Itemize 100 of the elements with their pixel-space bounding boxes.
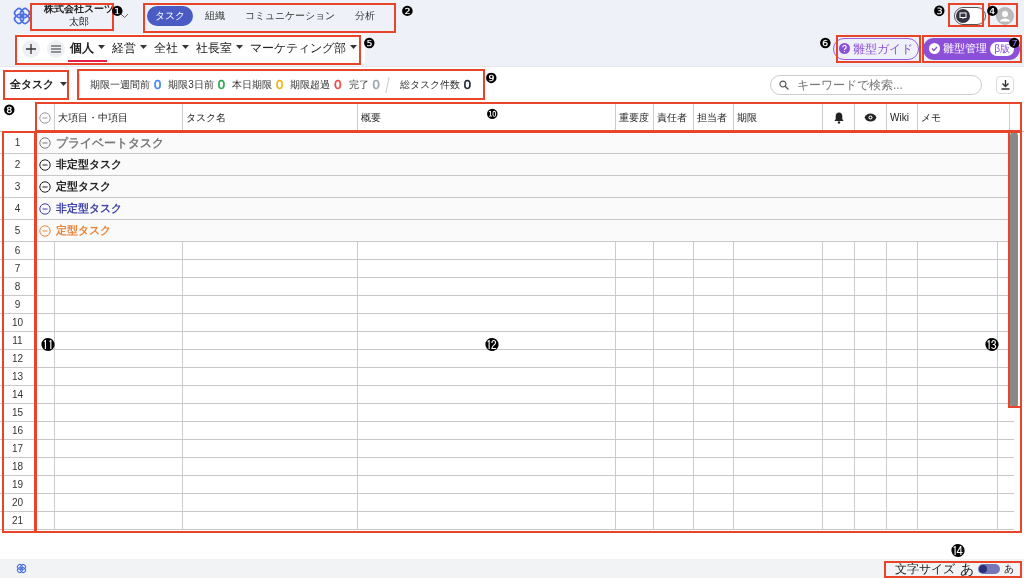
counter-label: 完了 [348,78,369,92]
column-header: メモ [921,111,941,125]
category-tab[interactable]: 社長室 [194,35,245,62]
avatar-icon[interactable] [996,6,1014,25]
menu-button[interactable] [47,39,65,58]
user-name: 太郎 [69,15,89,28]
row-number: 3 [13,180,22,194]
callout-number: ❷ [401,4,414,18]
column-header: 概要 [361,111,381,125]
column-header: 担当者 [697,111,727,125]
counter-label: 期限超過 [290,78,331,92]
callout-number: ❾ [485,71,498,85]
caret-icon [182,45,189,50]
filter-dropdown[interactable]: 全タスク [10,76,67,93]
counter-label: 期限3日前 [168,78,214,92]
logo-icon [16,563,27,574]
caret-icon [60,82,67,87]
callout-number: ⓮ [951,544,965,558]
callout-number: ❸ [933,4,946,18]
category-tab[interactable]: 経営 [110,35,149,62]
group-title: 定型タスク [56,179,111,195]
collapse-icon[interactable] [39,180,51,193]
row-number: 11 [11,334,24,348]
row-number: 12 [10,352,25,366]
row-number: 17 [10,442,25,456]
collapse-icon[interactable] [39,202,51,215]
collapse-icon[interactable] [39,158,51,171]
annotation-frame [948,3,984,27]
annotation-frame [3,70,69,100]
bell-icon [833,111,844,124]
category-tab[interactable]: 全社 [152,35,191,62]
column-header: Wiki [890,111,909,125]
row-number: 8 [13,280,22,294]
column-header: 責任者 [657,111,687,125]
counter-label: 本日期限 [232,78,273,92]
callout-number: ❻ [819,36,832,50]
group-title: 非定型タスク [56,201,122,217]
eye-icon [864,113,877,122]
counter-value: 0 [372,75,380,94]
callout-number: ❺ [363,36,376,50]
group-title: 非定型タスク [56,157,122,173]
callout-number: ⓫ [41,338,55,352]
large-size-glyph: あ [960,561,974,576]
row-number: 1 [13,136,22,150]
plus-icon [26,43,36,54]
logo-icon [12,5,32,26]
counter-value: 0 [276,75,284,94]
search-input[interactable]: キーワードで検索... [796,75,973,94]
counter-label: 総タスク件数 [399,78,460,92]
row-number: 21 [10,514,25,528]
caret-icon [350,45,357,50]
group-title: プライベートタスク [56,134,164,152]
counter-value: 0 [217,75,226,94]
counter-value: 0 [463,75,471,94]
scrollbar[interactable] [1010,132,1018,408]
add-button[interactable] [22,39,40,58]
row-number: 2 [13,158,22,172]
font-size-switch[interactable] [978,563,1000,574]
nav-tab[interactable]: コミュニケーション [237,5,343,26]
category-tab[interactable]: マーケティング部 [248,35,359,62]
row-number: 7 [13,262,22,276]
row-number: 19 [10,478,25,492]
question-icon [839,43,851,54]
download-button[interactable] [996,75,1014,94]
nav-tab[interactable]: 組織 [197,5,233,26]
caret-icon [98,45,105,50]
row-number: 9 [13,298,22,312]
check-circle-icon [929,43,941,54]
monitor-icon [956,8,970,23]
nav-tab[interactable]: 分析 [347,5,383,26]
group-title: 定型タスク [56,223,111,239]
view-toggle[interactable] [954,6,986,25]
manage-label: 雛型管理 [943,41,988,57]
download-icon [1000,79,1010,90]
counter-value: 0 [154,75,162,94]
menu-icon [51,44,61,53]
row-number: 5 [13,224,22,238]
collapse-all-icon[interactable] [38,111,51,124]
caret-icon [140,45,147,50]
font-size-label: 文字サイズ [895,560,955,578]
row-number: 14 [10,388,25,402]
nav-tab[interactable]: タスク [147,5,193,26]
column-header: 期限 [737,111,757,125]
row-number: 16 [10,424,25,438]
column-header: 大項目・中項目 [58,111,128,125]
row-number: 10 [10,316,25,330]
callout-number: ⓭ [985,338,999,352]
small-size-glyph: あ [1004,562,1014,576]
callout-number: ❽ [3,103,16,117]
counter-label: 期限一週間前 [90,78,150,92]
callout-number: ⓬ [485,338,499,352]
row-number: 6 [13,244,22,258]
row-number: 20 [10,496,25,510]
callout-number: ❿ [486,107,499,121]
row-number: 13 [10,370,25,384]
column-header: タスク名 [186,111,226,125]
row-number: 15 [10,406,25,420]
row-number: 4 [13,202,22,216]
category-tab[interactable]: 個人 [68,35,107,62]
row-number: 18 [10,460,25,474]
